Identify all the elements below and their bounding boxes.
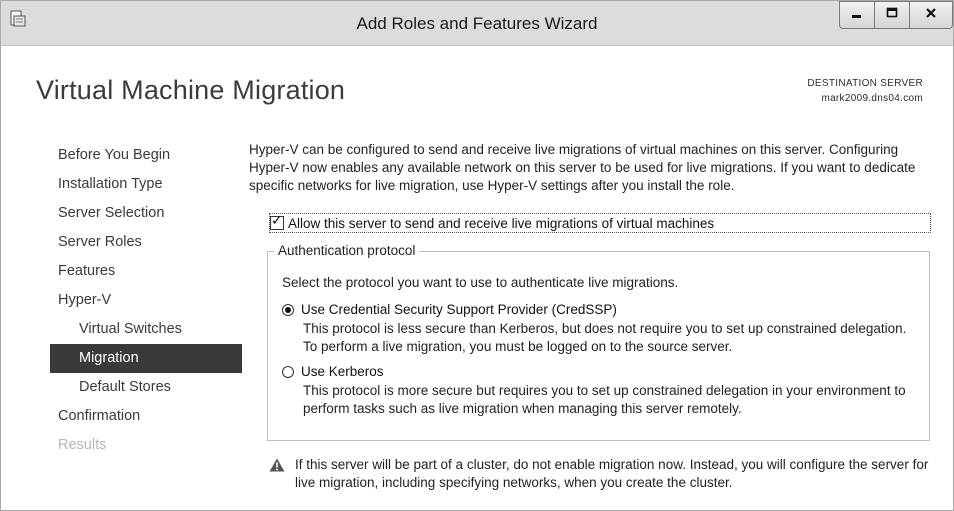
wizard-window: Add Roles and Features Wizard Virtual Ma… (0, 0, 954, 511)
nav-item-server-selection[interactable]: Server Selection (50, 199, 242, 228)
close-icon (925, 6, 937, 24)
nav-item-results: Results (58, 437, 107, 453)
allow-live-migration-checkbox[interactable]: ✓ (270, 212, 284, 230)
credssp-label[interactable]: Use Credential Security Support Provider… (301, 302, 617, 317)
authentication-protocol-hint: Select the protocol you want to use to a… (282, 275, 679, 290)
authentication-protocol-legend: Authentication protocol (274, 243, 420, 258)
nav-item-hyper-v[interactable]: Hyper-V (50, 286, 242, 315)
credssp-description: This protocol is less secure than Kerber… (303, 321, 907, 354)
nav-item-migration[interactable]: Migration (50, 344, 242, 373)
credssp-option[interactable]: Use Credential Security Support Provider… (282, 302, 617, 317)
cluster-warning-text: If this server will be part of a cluster… (295, 457, 929, 490)
minimize-button[interactable] (839, 1, 875, 29)
nav-item-installation-type[interactable]: Installation Type (50, 170, 242, 199)
maximize-icon (886, 6, 898, 24)
minimize-icon (851, 6, 863, 24)
authentication-protocol-group: Authentication protocol Select the proto… (267, 243, 930, 441)
migration-description: Hyper-V can be configured to send and re… (249, 142, 916, 193)
wizard-nav: Before You Begin Installation Type Serve… (50, 141, 242, 460)
checkmark-icon: ✓ (271, 212, 283, 228)
kerberos-description: This protocol is more secure but require… (303, 383, 906, 416)
close-button[interactable] (909, 1, 953, 29)
cluster-warning: If this server will be part of a cluster… (269, 456, 939, 492)
destination-label: DESTINATION SERVER (807, 78, 923, 89)
allow-live-migration-label[interactable]: Allow this server to send and receive li… (288, 216, 714, 231)
allow-live-migration-checkbox-row[interactable]: ✓ Allow this server to send and receive … (269, 212, 931, 233)
credssp-radio[interactable] (282, 303, 294, 316)
title-bar[interactable]: Add Roles and Features Wizard (1, 1, 953, 46)
kerberos-option[interactable]: Use Kerberos (282, 364, 384, 379)
nav-item-features[interactable]: Features (50, 257, 242, 286)
nav-item-virtual-switches[interactable]: Virtual Switches (50, 315, 242, 344)
nav-item-before-you-begin[interactable]: Before You Begin (50, 141, 242, 170)
kerberos-radio[interactable] (282, 365, 294, 378)
main-content: Hyper-V can be configured to send and re… (249, 141, 939, 490)
nav-item-default-stores[interactable]: Default Stores (50, 373, 242, 402)
nav-item-confirmation[interactable]: Confirmation (50, 402, 242, 431)
warning-icon (269, 458, 287, 492)
destination-server-info: DESTINATION SERVER mark2009.dns04.com (807, 76, 923, 106)
kerberos-label[interactable]: Use Kerberos (301, 364, 384, 379)
destination-server-name: mark2009.dns04.com (821, 93, 923, 104)
maximize-button[interactable] (874, 1, 910, 29)
window-title: Add Roles and Features Wizard (356, 14, 598, 33)
nav-item-server-roles[interactable]: Server Roles (50, 228, 242, 257)
page-title: Virtual Machine Migration (36, 75, 346, 105)
